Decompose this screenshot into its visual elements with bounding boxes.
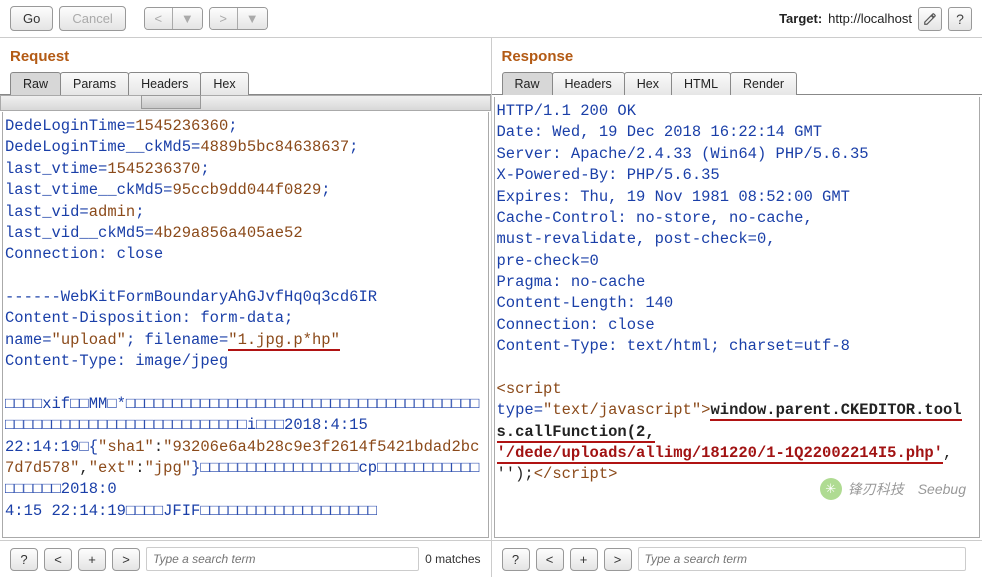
response-search-input[interactable] — [638, 547, 967, 571]
tab-hex-resp[interactable]: Hex — [624, 72, 672, 95]
history-back-dropdown[interactable]: ▼ — [173, 8, 202, 29]
tab-raw[interactable]: Raw — [10, 72, 61, 95]
request-bottombar: ? < + > 0 matches — [0, 540, 491, 577]
search-help-button[interactable]: ? — [10, 548, 38, 571]
target-value: http://localhost — [828, 11, 912, 26]
search-help-button-resp[interactable]: ? — [502, 548, 530, 571]
help-icon[interactable]: ? — [948, 7, 972, 31]
request-panel: Request Raw Params Headers Hex DedeLogin… — [0, 38, 491, 577]
history-back-button[interactable]: < — [145, 8, 173, 29]
response-title: Response — [492, 38, 982, 71]
target-label: Target: — [779, 11, 822, 26]
tab-headers-resp[interactable]: Headers — [552, 72, 625, 95]
edit-target-icon[interactable] — [918, 7, 942, 31]
request-search-input[interactable] — [146, 547, 419, 571]
request-title: Request — [0, 38, 491, 71]
response-bottombar: ? < + > — [492, 540, 982, 577]
tab-headers[interactable]: Headers — [128, 72, 201, 95]
search-add-button[interactable]: + — [78, 548, 106, 571]
history-back-group: < ▼ — [144, 7, 203, 30]
search-next-button[interactable]: > — [112, 548, 140, 571]
response-tabs: Raw Headers Hex HTML Render — [492, 71, 982, 95]
tab-params[interactable]: Params — [60, 72, 129, 95]
request-tabs: Raw Params Headers Hex — [0, 71, 491, 95]
search-prev-button-resp[interactable]: < — [536, 548, 564, 571]
request-body[interactable]: DedeLoginTime=1545236360; DedeLoginTime_… — [2, 112, 489, 538]
target-section: Target: http://localhost ? — [779, 7, 972, 31]
search-next-button-resp[interactable]: > — [604, 548, 632, 571]
request-matches-label: 0 matches — [425, 552, 480, 566]
toolbar: Go Cancel < ▼ > ▼ Target: http://localho… — [0, 0, 982, 38]
search-add-button-resp[interactable]: + — [570, 548, 598, 571]
response-panel: Response Raw Headers Hex HTML Render HTT… — [491, 38, 982, 577]
tab-hex[interactable]: Hex — [200, 72, 248, 95]
tab-html-resp[interactable]: HTML — [671, 72, 731, 95]
response-body[interactable]: HTTP/1.1 200 OK Date: Wed, 19 Dec 2018 1… — [494, 97, 981, 538]
cancel-button[interactable]: Cancel — [59, 6, 125, 31]
tab-raw-resp[interactable]: Raw — [502, 72, 553, 95]
search-prev-button[interactable]: < — [44, 548, 72, 571]
history-forward-button[interactable]: > — [210, 8, 238, 29]
history-forward-dropdown[interactable]: ▼ — [238, 8, 267, 29]
tab-render-resp[interactable]: Render — [730, 72, 797, 95]
request-h-scrollbar[interactable] — [0, 95, 491, 111]
panels: Request Raw Params Headers Hex DedeLogin… — [0, 38, 982, 577]
history-forward-group: > ▼ — [209, 7, 268, 30]
go-button[interactable]: Go — [10, 6, 53, 31]
